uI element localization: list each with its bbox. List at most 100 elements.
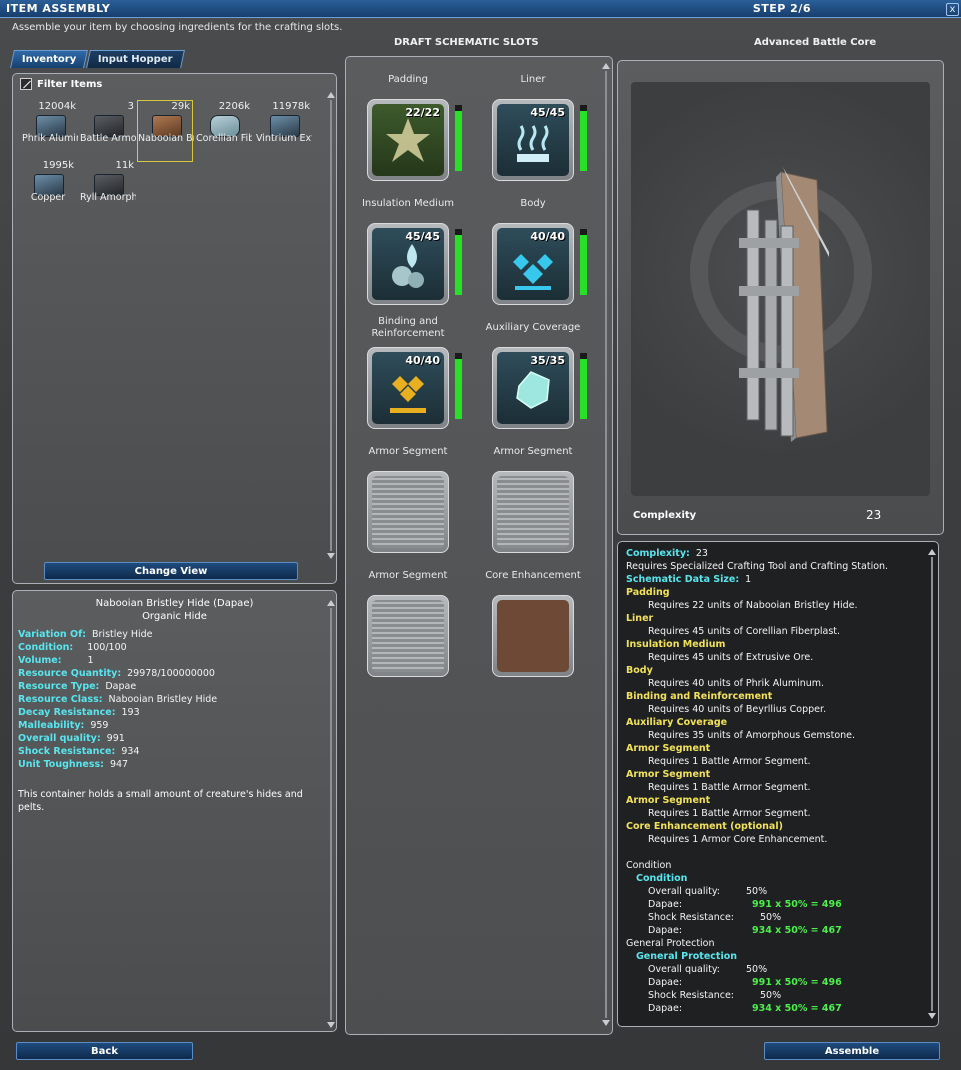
requirement-line: Body — [626, 665, 653, 676]
requirement-line: Dapae: 991 x 50% = 496 — [648, 977, 842, 988]
requirement-line: Liner — [626, 613, 654, 624]
slot-armor-segment[interactable] — [367, 595, 449, 677]
requirement-line: Dapae: 991 x 50% = 496 — [648, 899, 842, 910]
slot-label: Body — [520, 198, 546, 209]
requirement-line: Core Enhancement (optional) — [626, 821, 783, 832]
requirement-line: Complexity: 23 — [626, 548, 708, 559]
requirement-line: Overall quality: 50% — [648, 886, 768, 897]
core-enhancement-placeholder-icon — [497, 600, 569, 672]
tab-bar: Inventory Input Hopper — [10, 50, 185, 68]
requirement-line: Requires 45 units of Extrusive Ore. — [648, 652, 814, 663]
resource-attributes: Variation Of: Bristley Hide Condition: 100… — [18, 628, 217, 771]
filter-checkbox[interactable] — [20, 78, 32, 90]
requirement-line: Binding and Reinforcement — [626, 691, 773, 702]
slot-binding-reinforcement[interactable]: 40/40 — [367, 347, 449, 429]
inventory-item[interactable]: 11kRyll Amorpho... — [80, 160, 136, 220]
slot-armor-segment[interactable] — [367, 471, 449, 553]
attr-row: Resource Quantity: 29978/100000000 — [18, 668, 215, 679]
inventory-item[interactable]: 11978kVintrium Extrusive... — [256, 101, 312, 161]
schematic-header: DRAFT SCHEMATIC SLOTS — [394, 37, 539, 48]
inventory-item-selected[interactable]: 29kNabooian Bristley ... — [137, 100, 194, 162]
slot-label: Liner — [520, 74, 546, 85]
complexity-value: 23 — [866, 508, 882, 522]
slot-body[interactable]: 40/40 — [492, 223, 574, 305]
slot-label: Armor Segment — [368, 446, 448, 457]
requirement-line: General Protection — [636, 951, 737, 962]
requirement-line: Auxiliary Coverage — [626, 717, 728, 728]
inventory-item[interactable]: 1995k Copper — [20, 160, 76, 220]
slot-fill-bar — [455, 105, 462, 171]
requirement-line: Requires 1 Armor Core Enhancement. — [648, 834, 828, 845]
requirement-line: Requires 45 units of Corellian Fiberplas… — [648, 626, 841, 637]
inventory-item[interactable]: 2206kCorellian Fiberplas... — [196, 101, 252, 161]
attr-row: Resource Type: Dapae — [18, 681, 137, 692]
requirement-line: Condition — [636, 873, 688, 884]
slot-insulation-medium[interactable]: 45/45 — [367, 223, 449, 305]
attr-row: Resource Class: Nabooian Bristley Hide — [18, 694, 218, 705]
schematic-scrollbar[interactable] — [602, 63, 610, 1026]
requirements-scrollbar[interactable] — [928, 549, 936, 1019]
slot-liner[interactable]: 45/45 — [492, 99, 574, 181]
resource-title: Nabooian Bristley Hide (Dapae) Organic H… — [95, 598, 254, 622]
inventory-item[interactable]: 3Battle Armor Se... — [80, 101, 136, 161]
item-preview — [631, 82, 930, 496]
slot-label: Armor Segment — [493, 446, 573, 457]
requirement-line: Condition — [626, 860, 672, 871]
slot-padding[interactable]: 22/22 — [367, 99, 449, 181]
title-bar: ITEM ASSEMBLY STEP 2/6 x — [0, 0, 961, 18]
armor-segment-placeholder-icon — [497, 476, 569, 548]
tab-inventory[interactable]: Inventory — [10, 50, 89, 68]
change-view-button[interactable]: Change View — [44, 562, 298, 580]
requirement-line: Requires 40 units of Beyrllius Copper. — [648, 704, 827, 715]
requirement-line — [626, 846, 926, 859]
requirement-line: Padding — [626, 587, 670, 598]
slot-label: Auxiliary Coverage — [485, 322, 581, 333]
window-title: ITEM ASSEMBLY — [6, 2, 111, 15]
requirement-line: Overall quality: 50% — [648, 964, 768, 975]
slot-fill-bar — [455, 229, 462, 295]
attr-row: Overall quality: 991 — [18, 733, 125, 744]
attr-row: Shock Resistance: 934 — [18, 746, 140, 757]
close-icon[interactable]: x — [946, 3, 959, 16]
attr-row: Unit Toughness: 947 — [18, 759, 129, 770]
slot-fill-bar — [580, 229, 587, 295]
assemble-button[interactable]: Assemble — [764, 1042, 940, 1060]
filter-label: Filter Items — [37, 78, 103, 90]
window-subtitle: Assemble your item by choosing ingredien… — [12, 22, 343, 33]
inventory-scrollbar[interactable] — [327, 92, 335, 559]
requirement-line: Dapae: 934 x 50% = 467 — [648, 1003, 842, 1014]
slot-armor-segment[interactable] — [492, 471, 574, 553]
slot-label: Core Enhancement — [485, 570, 581, 581]
requirement-line: Requires 1 Battle Armor Segment. — [648, 756, 811, 767]
requirement-line: Dapae: 934 x 50% = 467 — [648, 925, 842, 936]
slot-core-enhancement[interactable] — [492, 595, 574, 677]
slot-label: Padding — [388, 74, 428, 85]
slot-label: Insulation Medium — [361, 198, 455, 209]
slot-fill-bar — [580, 353, 587, 419]
battle-core-model-icon — [690, 167, 872, 442]
requirement-line: Armor Segment — [626, 743, 711, 754]
tab-input-hopper[interactable]: Input Hopper — [86, 50, 185, 68]
step-indicator: STEP 2/6 — [752, 2, 811, 15]
requirement-line: Requires 1 Battle Armor Segment. — [648, 808, 811, 819]
requirement-line: General Protection — [626, 938, 715, 949]
filter-items[interactable]: Filter Items — [20, 78, 102, 90]
preview-header: Advanced Battle Core — [754, 37, 877, 48]
requirement-line: Armor Segment — [626, 769, 711, 780]
details-scrollbar[interactable] — [327, 600, 335, 1028]
requirement-line: Requires 40 units of Phrik Aluminum. — [648, 678, 825, 689]
requirements-list: Complexity: 23 Requires Specialized Crafti… — [626, 547, 926, 1015]
requirement-line: Requires Specialized Crafting Tool and C… — [626, 561, 889, 572]
slot-label: Binding and Reinforcement — [371, 316, 445, 339]
inventory-item[interactable]: 12004kPhrik Aluminu... — [22, 101, 78, 161]
attr-row: Malleability: 959 — [18, 720, 109, 731]
slot-label: Armor Segment — [368, 570, 448, 581]
armor-segment-placeholder-icon — [372, 476, 444, 548]
attr-row: Variation Of: Bristley Hide — [18, 629, 153, 640]
requirement-line: Insulation Medium — [626, 639, 726, 650]
requirement-line: Requires 35 units of Amorphous Gemstone. — [648, 730, 856, 741]
slot-auxiliary-coverage[interactable]: 35/35 — [492, 347, 574, 429]
back-button[interactable]: Back — [16, 1042, 193, 1060]
requirement-line: Requires 22 units of Nabooian Bristley H… — [648, 600, 858, 611]
slot-fill-bar — [580, 105, 587, 171]
